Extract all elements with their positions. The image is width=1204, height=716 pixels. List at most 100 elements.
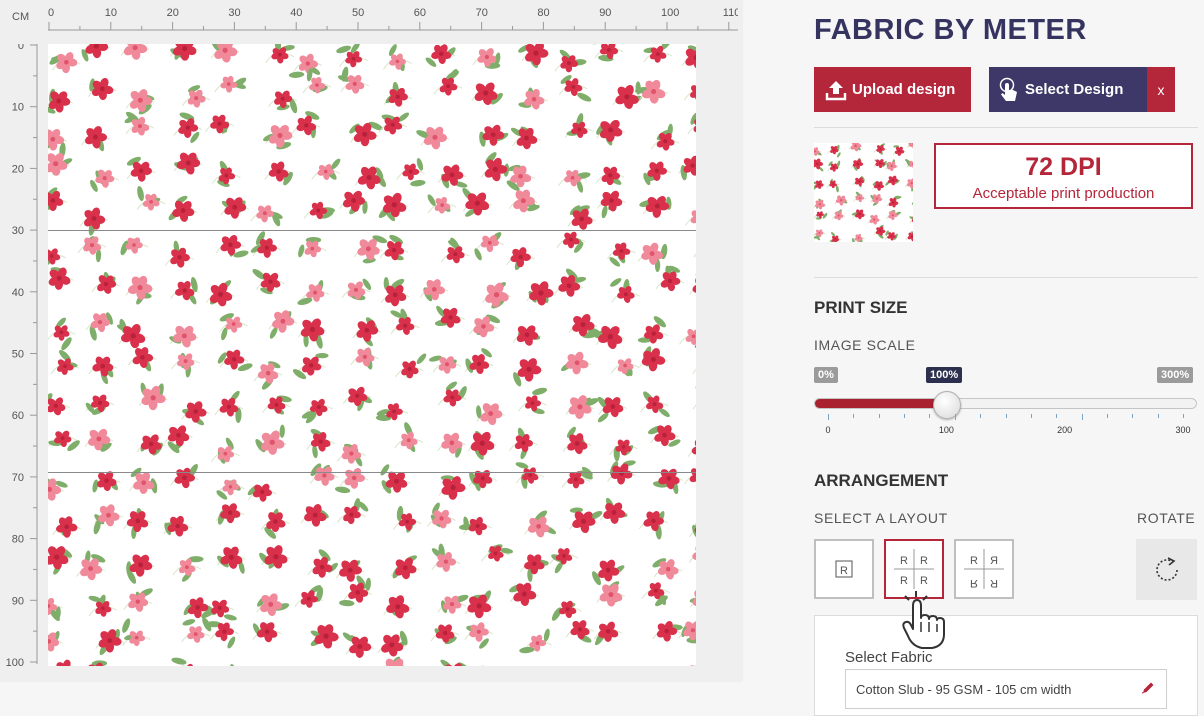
scale-tick	[878, 414, 880, 418]
leaf	[339, 600, 355, 607]
divider	[814, 127, 1198, 128]
flower	[485, 282, 509, 308]
flower	[906, 178, 913, 189]
flower	[402, 163, 420, 181]
flower	[172, 200, 195, 222]
flower	[555, 548, 573, 565]
scale-slider-track[interactable]	[814, 398, 1197, 409]
leaf	[610, 278, 622, 287]
flower	[187, 626, 205, 643]
flower	[480, 235, 500, 253]
scale-max-badge: 300%	[1157, 367, 1194, 383]
flower	[691, 439, 696, 455]
fabric-select[interactable]: Cotton Slub - 95 GSM - 105 cm width	[845, 669, 1167, 709]
vertical-ruler: 0 10 20 30 40 50 60 70 80 90 100	[6, 44, 38, 669]
scale-min-badge: 0%	[814, 367, 838, 383]
flower	[177, 353, 195, 371]
flower	[468, 516, 488, 536]
leaf	[233, 250, 249, 258]
touch-icon	[997, 77, 1021, 103]
fabric-preview[interactable]	[48, 44, 696, 666]
upload-design-label: Upload design	[852, 81, 956, 98]
leaf	[835, 185, 839, 193]
layout-mirror-button[interactable]: R R R R	[954, 539, 1014, 599]
layout-mirror-icon: R R R R	[964, 549, 1004, 589]
floral-pattern-icon	[48, 44, 696, 666]
flower	[695, 236, 696, 262]
flower	[56, 659, 76, 666]
flower	[48, 153, 68, 176]
leaf	[122, 618, 131, 633]
layout-letter: R	[990, 577, 998, 589]
scale-tick	[1183, 414, 1184, 418]
flower	[568, 395, 592, 420]
leaf	[229, 664, 237, 666]
dpi-value: 72 DPI	[1025, 153, 1102, 181]
divider	[814, 277, 1198, 278]
ruler-unit: CM	[12, 11, 30, 23]
flower	[690, 85, 696, 102]
scale-tick-label: 0	[825, 425, 831, 435]
ruler-label: 90	[599, 7, 611, 19]
rotate-button[interactable]	[1136, 539, 1197, 600]
ruler-label: 110	[723, 7, 738, 19]
horizontal-ruler: 0 10 20 30 40 50 60 70 80 90 100 110	[48, 7, 738, 31]
flower	[48, 546, 69, 570]
scale-tick	[1132, 414, 1134, 418]
design-thumbnail	[814, 143, 913, 242]
flower	[252, 483, 273, 502]
leaf	[695, 386, 696, 396]
flower	[48, 397, 66, 416]
ruler-label: 20	[167, 7, 179, 19]
layout-single-icon: R	[835, 560, 853, 578]
upload-design-button[interactable]: Upload design	[814, 67, 971, 112]
leaf	[312, 445, 318, 459]
dpi-indicator: 72 DPI Acceptable print production	[934, 143, 1193, 209]
ruler-label: 70	[12, 472, 24, 484]
leaf	[601, 205, 608, 219]
scale-slider-handle[interactable]	[933, 391, 962, 419]
layout-letter: R	[920, 555, 928, 567]
scale-tick	[1106, 414, 1108, 418]
ruler-label: 60	[12, 410, 24, 422]
flower	[356, 320, 379, 342]
leaf	[223, 614, 237, 621]
pencil-icon[interactable]	[1140, 680, 1156, 699]
leaf	[279, 424, 285, 438]
flower	[423, 126, 448, 150]
select-design-button[interactable]: Select Design	[989, 67, 1147, 112]
flower	[48, 248, 61, 265]
flower	[123, 44, 148, 60]
flower	[617, 285, 635, 303]
scale-tick-label: 300	[1175, 425, 1191, 435]
scale-tick	[1157, 414, 1159, 418]
flower	[598, 559, 620, 582]
flower	[598, 325, 623, 349]
leaf	[95, 248, 102, 263]
flower	[642, 79, 666, 104]
clear-design-button[interactable]: x	[1147, 67, 1175, 112]
flower	[469, 622, 489, 642]
leaf	[543, 628, 550, 642]
flower	[873, 181, 884, 191]
flower	[814, 158, 823, 170]
leaf	[331, 158, 341, 170]
scale-current-badge: 100%	[926, 367, 963, 383]
ruler-label: 20	[12, 163, 24, 175]
hand-pointer-icon	[902, 591, 945, 649]
layout-single-button[interactable]: R	[814, 539, 874, 599]
scale-slider-fill	[815, 399, 949, 408]
flower	[256, 205, 274, 223]
scale-tick	[1056, 414, 1058, 418]
flower	[172, 325, 197, 348]
flower	[386, 595, 410, 619]
flower	[690, 210, 696, 224]
leaf	[182, 619, 196, 626]
leaf	[227, 636, 236, 649]
ruler-label: 50	[352, 7, 364, 19]
flower	[264, 545, 288, 569]
leaf	[137, 185, 144, 202]
ruler-label: 90	[12, 595, 24, 607]
scale-tick	[904, 414, 906, 418]
scale-tick-label: 200	[1057, 425, 1073, 435]
